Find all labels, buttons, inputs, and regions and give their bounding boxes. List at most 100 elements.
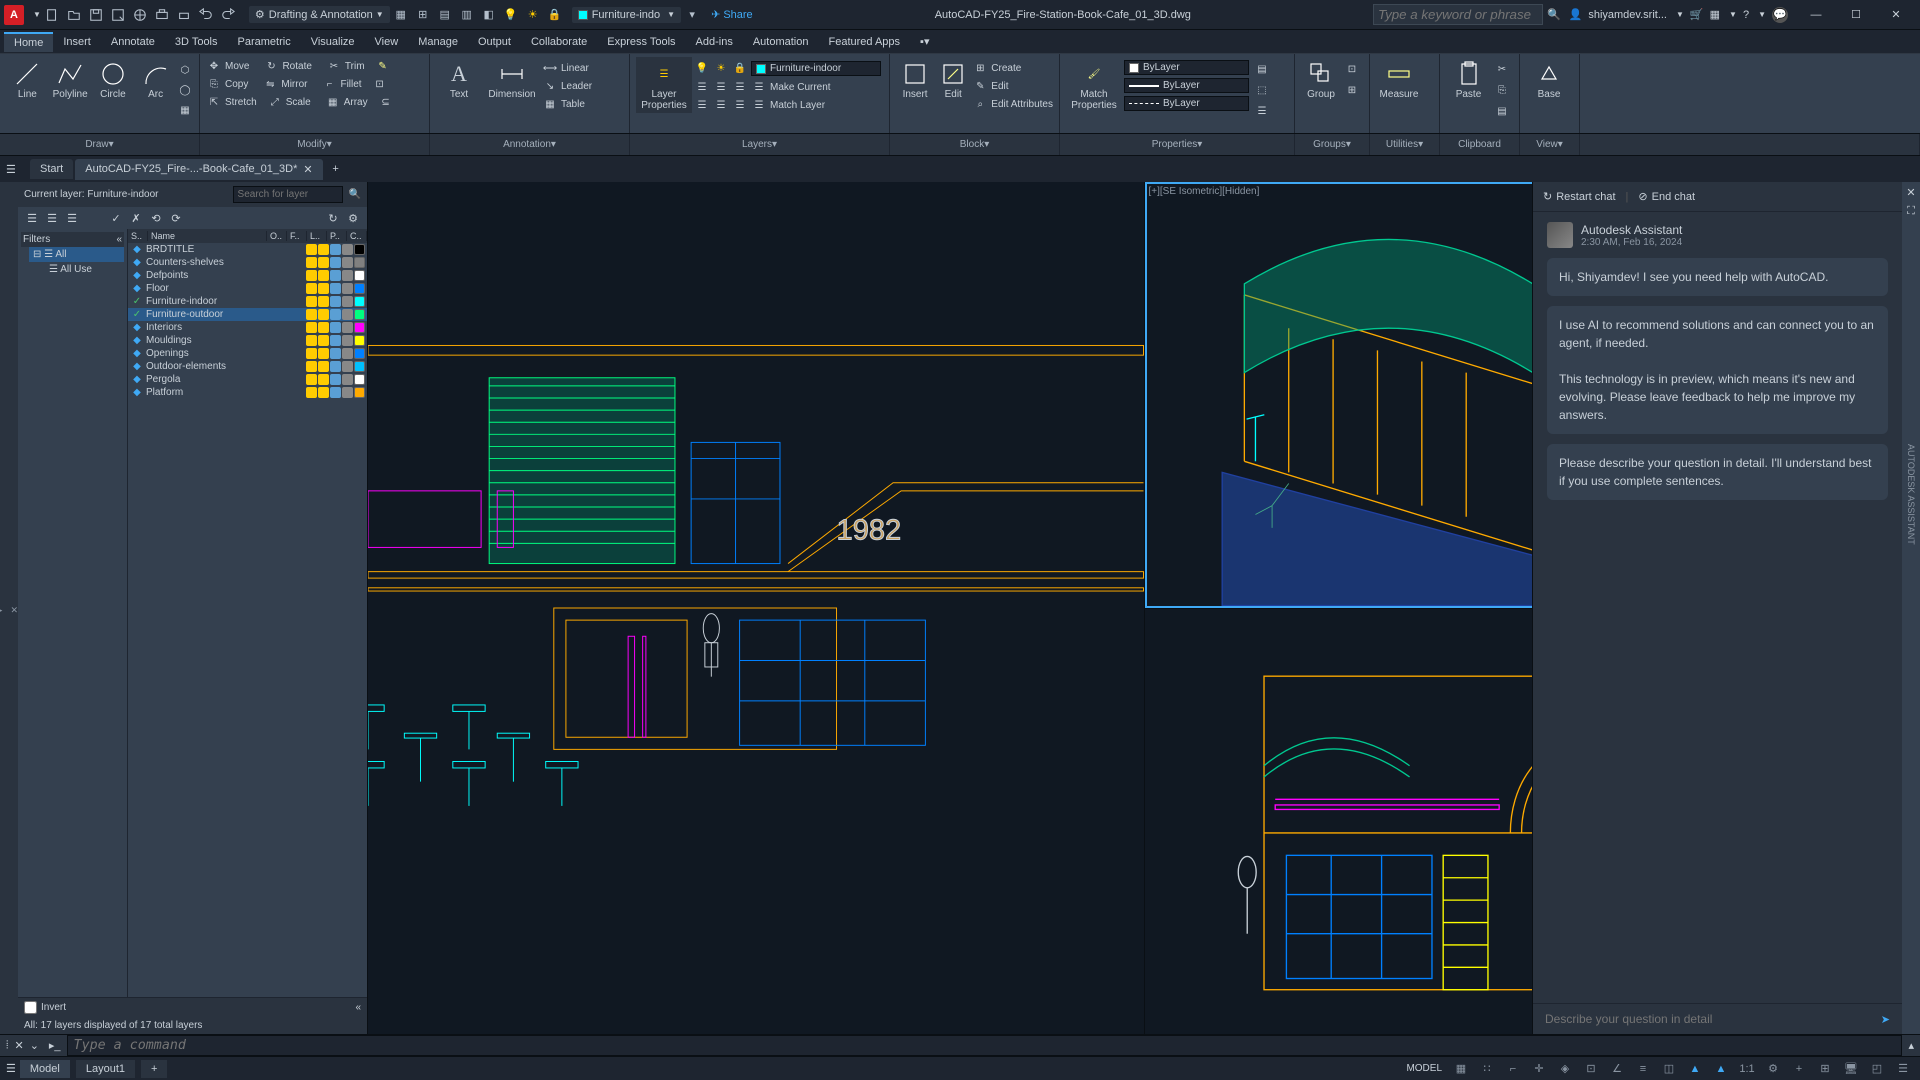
layer-row[interactable]: ✓Furniture-outdoor: [128, 308, 367, 321]
qat-icon-2[interactable]: ⊞: [414, 6, 432, 24]
menu-tab-annotate[interactable]: Annotate: [101, 33, 165, 51]
search-icon[interactable]: 🔍: [1547, 8, 1561, 21]
layer-state-icons[interactable]: [306, 257, 365, 268]
cmd-customize-icon[interactable]: ⌄: [30, 1039, 39, 1052]
layer-state-icons[interactable]: [306, 335, 365, 346]
tab-start[interactable]: Start: [30, 159, 73, 179]
text-button[interactable]: AText: [436, 57, 482, 102]
plot-icon[interactable]: [153, 6, 171, 24]
sun-icon[interactable]: ☀: [524, 6, 542, 24]
menu-tab-home[interactable]: Home: [4, 32, 53, 52]
layer-row[interactable]: ◆Interiors: [128, 321, 367, 334]
layer-state-icons[interactable]: [306, 387, 365, 398]
menu-tab-express-tools[interactable]: Express Tools: [597, 33, 685, 51]
layer-col-header[interactable]: P..: [327, 231, 347, 241]
filter-all-used[interactable]: ☰ All Use: [45, 262, 124, 277]
tab-layout1[interactable]: Layout1: [76, 1060, 135, 1078]
layer-row[interactable]: ◆Defpoints: [128, 269, 367, 282]
new-tab-button[interactable]: +: [325, 163, 347, 175]
layer-col-header[interactable]: L..: [307, 231, 327, 241]
redo-icon[interactable]: [219, 6, 237, 24]
cycle-icon[interactable]: ▲: [1684, 1060, 1706, 1078]
menu-overflow-icon[interactable]: ▪▾: [910, 32, 939, 51]
base-button[interactable]: Base: [1526, 57, 1572, 102]
qat-icon-1[interactable]: ▦: [392, 6, 410, 24]
layer-dropdown[interactable]: 💡☀🔒Furniture-indoor: [694, 59, 881, 78]
cmd-close-icon[interactable]: ✕: [14, 1039, 23, 1052]
layer-row[interactable]: ◆Outdoor-elements: [128, 360, 367, 373]
line-button[interactable]: Line: [6, 57, 49, 102]
linear-button[interactable]: ⟷Linear: [542, 59, 592, 77]
qat-more-icon[interactable]: ▾: [683, 6, 701, 24]
saveas-icon[interactable]: [109, 6, 127, 24]
plus-sb-icon[interactable]: +: [1788, 1060, 1810, 1078]
layer-col-header[interactable]: C..: [347, 231, 367, 241]
ui-icon[interactable]: ⊞: [1814, 1060, 1836, 1078]
cut-button[interactable]: ✂: [1494, 60, 1510, 78]
share-button[interactable]: ✈ Share: [711, 8, 753, 21]
model-indicator[interactable]: MODEL: [1406, 1063, 1442, 1074]
layer-col-header[interactable]: S..: [128, 231, 148, 241]
tab-document[interactable]: AutoCAD-FY25_Fire-...-Book-Cafe_01_3D*✕: [75, 159, 322, 180]
layer-search-input[interactable]: [233, 186, 343, 203]
panel-title-draw[interactable]: Draw ▾: [0, 134, 200, 155]
viewport-label[interactable]: [+][SE Isometric][Hidden]: [1149, 186, 1260, 197]
layer-col-header[interactable]: F..: [287, 231, 307, 241]
table-button[interactable]: ▦Table: [542, 95, 592, 113]
assistant-close-icon[interactable]: ✕: [1906, 186, 1915, 199]
snap-icon[interactable]: ∷: [1476, 1060, 1498, 1078]
new-icon[interactable]: [43, 6, 61, 24]
menu-tab-output[interactable]: Output: [468, 33, 521, 51]
menu-tab-collaborate[interactable]: Collaborate: [521, 33, 597, 51]
layer-search-icon[interactable]: 🔍: [349, 189, 361, 200]
quick-layer-dropdown[interactable]: Furniture-indo ▼: [572, 7, 681, 23]
transparency-icon[interactable]: ◫: [1658, 1060, 1680, 1078]
tab-model[interactable]: Model: [20, 1060, 70, 1078]
move-button[interactable]: ✥Move↻Rotate✂Trim✎: [206, 57, 423, 75]
cart-icon[interactable]: 🛒: [1690, 8, 1704, 21]
block-edit-button[interactable]: Edit: [934, 57, 972, 102]
layer-tool-6[interactable]: ⟲: [148, 210, 164, 226]
bulb-icon[interactable]: 💡: [502, 6, 520, 24]
block-insert-button[interactable]: Insert: [896, 57, 934, 102]
restart-chat-button[interactable]: ↻Restart chat: [1543, 190, 1616, 203]
layer-state-icons[interactable]: [306, 296, 365, 307]
add-layout-button[interactable]: +: [141, 1060, 167, 1078]
prop-tool-1[interactable]: ▤: [1254, 60, 1270, 78]
layer-panel-strip[interactable]: ✕ ▸ LAYER PROPERTIES MANAGER: [0, 182, 18, 1034]
file-tab-menu-icon[interactable]: ☰: [6, 163, 28, 176]
layer-state-icons[interactable]: [306, 361, 365, 372]
measure-button[interactable]: Measure: [1376, 57, 1422, 102]
close-button[interactable]: ✕: [1876, 2, 1916, 28]
layer-state-icons[interactable]: [306, 322, 365, 333]
layer-col-header[interactable]: O..: [267, 231, 287, 241]
app-switcher-icon[interactable]: ▦: [1710, 8, 1720, 21]
layout-menu-icon[interactable]: ☰: [6, 1062, 16, 1075]
track-icon[interactable]: ∠: [1606, 1060, 1628, 1078]
copy-clip-button[interactable]: ⎘: [1494, 81, 1510, 99]
3dsnap-icon[interactable]: ▲: [1710, 1060, 1732, 1078]
block-edit2-button[interactable]: ✎Edit: [972, 77, 1053, 95]
assistant-input[interactable]: [1545, 1012, 1881, 1026]
make-current-button[interactable]: ☰☰☰☰Make Current: [694, 78, 881, 96]
menu-tab-add-ins[interactable]: Add-ins: [686, 33, 743, 51]
qat-icon-3[interactable]: ▤: [436, 6, 454, 24]
layer-row[interactable]: ◆Openings: [128, 347, 367, 360]
paste-button[interactable]: Paste: [1446, 57, 1491, 102]
panel-title-layers[interactable]: Layers ▾: [630, 134, 890, 155]
anno-scale-icon[interactable]: 1:1: [1736, 1060, 1758, 1078]
layer-tool-5[interactable]: ✗: [128, 210, 144, 226]
match-layer-button[interactable]: ☰☰☰☰Match Layer: [694, 96, 881, 114]
panel-title-annotation[interactable]: Annotation ▾: [430, 134, 630, 155]
menu-tab-parametric[interactable]: Parametric: [228, 33, 301, 51]
panel-title-view[interactable]: View ▾: [1520, 134, 1580, 155]
layer-state-icons[interactable]: [306, 270, 365, 281]
lineweight-dropdown[interactable]: ByLayer: [1124, 78, 1249, 93]
refresh-icon[interactable]: ↻: [325, 210, 341, 226]
minimize-button[interactable]: —: [1796, 2, 1836, 28]
stretch-button[interactable]: ⇱Stretch⤢Scale▦Array⊆: [206, 93, 423, 111]
appmenu-caret-icon[interactable]: ▼: [33, 10, 41, 19]
layer-state-icons[interactable]: [306, 309, 365, 320]
panel-title-properties[interactable]: Properties ▾: [1060, 134, 1295, 155]
layer-row[interactable]: ◆Mouldings: [128, 334, 367, 347]
